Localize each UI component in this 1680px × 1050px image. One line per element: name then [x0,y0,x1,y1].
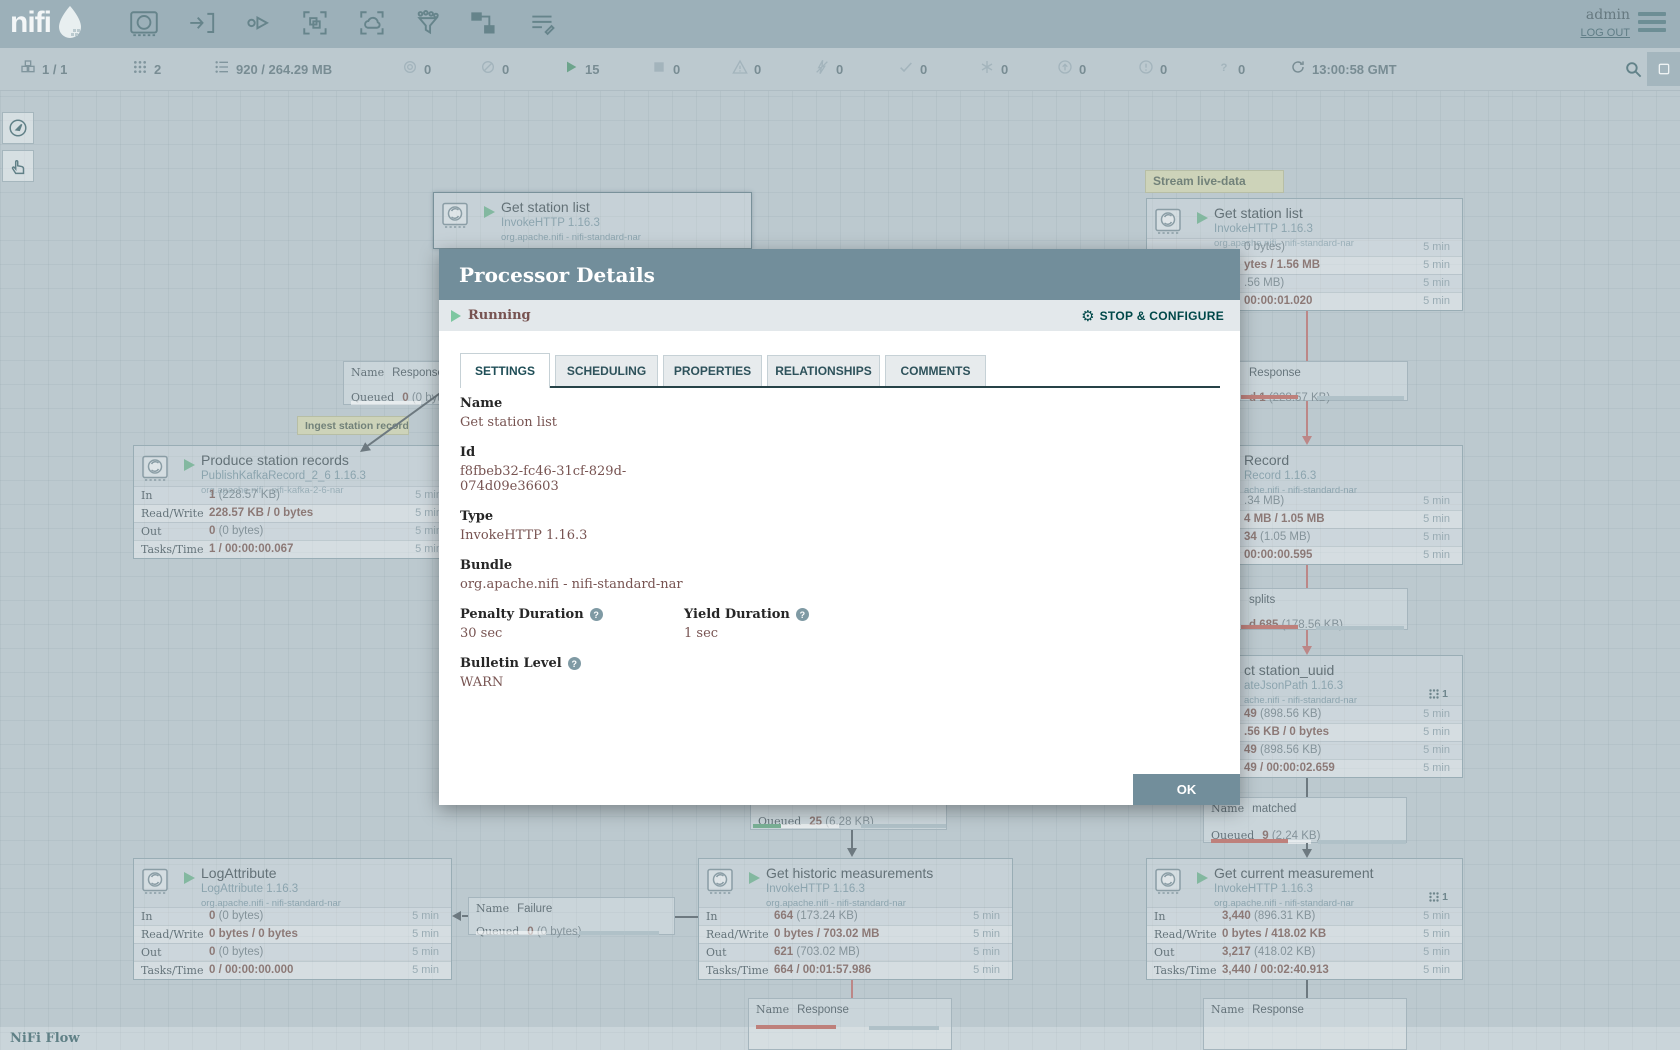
tab-scheduling[interactable]: SCHEDULING [555,355,658,386]
field-label: Bundle [460,558,512,573]
field-penalty-duration: Penalty Duration? 30 sec [460,607,684,641]
field-label: Penalty Duration [460,607,584,622]
tab-comments[interactable]: COMMENTS [885,355,986,386]
field-value: f8fbeb32-fc46-31cf-829d-074d09e36603 [460,464,684,494]
running-icon [451,310,461,322]
help-icon[interactable]: ? [796,608,809,621]
settings-tab-content: Name Get station list Id f8fbeb32-fc46-31cf… [460,396,1220,705]
field-value: 30 sec [460,626,684,641]
processor-status-row: Running ⚙ STOP & CONFIGURE [439,300,1240,331]
field-value: WARN [460,675,684,690]
field-value: 1 sec [684,626,1220,641]
field-row: Bundle org.apache.nifi - nifi-standard-na… [460,558,1220,592]
processor-details-dialog: Processor Details Running ⚙ STOP & CONFI… [439,249,1240,805]
dialog-title: Processor Details [459,263,655,287]
field-bulletin-level: Bulletin Level? WARN [460,656,684,690]
field-yield-duration: Yield Duration? 1 sec [684,607,1220,641]
field-value: Get station list [460,415,684,430]
gear-icon: ⚙ [1081,307,1094,325]
field-row: Bulletin Level? WARN [460,656,1220,690]
ok-button[interactable]: OK [1133,774,1240,805]
nifi-app: NiFi Flow Stream live-dataIngest station… [0,0,1680,1050]
field-row: Type InvokeHTTP 1.16.3 [460,509,1220,543]
tab-relationships[interactable]: RELATIONSHIPS [767,355,880,386]
help-icon[interactable]: ? [568,657,581,670]
field-label: Yield Duration [684,607,790,622]
tab-properties[interactable]: PROPERTIES [663,355,762,386]
field-row: Name Get station list [460,396,1220,430]
field-row: Id f8fbeb32-fc46-31cf-829d-074d09e36603 [460,445,1220,494]
dialog-header: Processor Details [439,249,1240,300]
field-value: InvokeHTTP 1.16.3 [460,528,684,543]
field-value: org.apache.nifi - nifi-standard-nar [460,577,684,592]
field-bundle: Bundle org.apache.nifi - nifi-standard-na… [460,558,684,592]
field-label: Bulletin Level [460,656,562,671]
field-type: Type InvokeHTTP 1.16.3 [460,509,684,543]
field-row: Penalty Duration? 30 secYield Duration? 1 … [460,607,1220,641]
dialog-tabs: SETTINGSSCHEDULINGPROPERTIESRELATIONSHIP… [460,351,1220,388]
help-icon[interactable]: ? [590,608,603,621]
field-label: Id [460,445,475,460]
tab-settings[interactable]: SETTINGS [460,353,550,388]
stop-and-configure-button[interactable]: ⚙ STOP & CONFIGURE [1081,307,1224,325]
field-label: Type [460,509,493,524]
run-state-label: Running [468,308,531,323]
field-label: Name [460,396,502,411]
field-name: Name Get station list [460,396,684,430]
field-id: Id f8fbeb32-fc46-31cf-829d-074d09e36603 [460,445,684,494]
